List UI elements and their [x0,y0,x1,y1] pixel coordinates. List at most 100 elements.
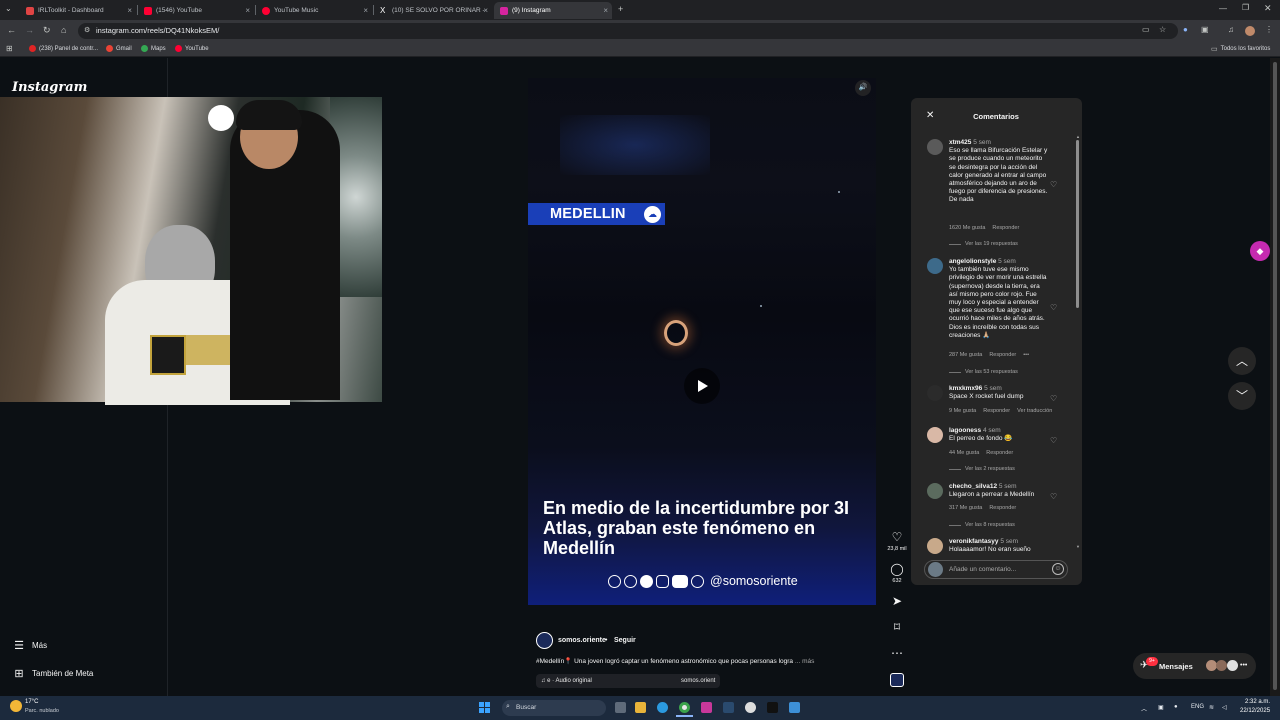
audio-label[interactable]: ♫ e · Audio original [541,678,592,684]
tray-overflow-icon[interactable]: ︿ [1141,704,1147,713]
start-button[interactable] [479,702,491,714]
edge-icon[interactable] [657,702,668,713]
site-info-icon[interactable]: ⚙ [84,26,90,34]
scroll-down-icon[interactable]: ▼ [1076,544,1080,549]
author-avatar[interactable] [536,632,553,649]
close-tab-icon[interactable]: × [245,6,250,15]
clock-time[interactable]: 2:32 a.m. [1245,699,1270,705]
maximize-icon[interactable]: ❐ [1242,3,1249,12]
media-controls-icon[interactable]: ♫ [1228,25,1234,34]
comment-avatar[interactable] [927,385,943,401]
address-bar[interactable] [78,23,1178,39]
tray-mic-icon[interactable]: ● [1174,704,1178,710]
save-bookmark-icon[interactable]: ⌑ [887,620,907,634]
task-view-icon[interactable] [615,702,626,713]
reload-icon[interactable]: ↻ [43,25,51,36]
view-replies[interactable]: Ver las 8 respuestas [949,522,1015,528]
previous-reel-button[interactable]: ︿ [1228,347,1256,375]
bookmark-star-icon[interactable]: ☆ [1159,25,1166,34]
share-send-icon[interactable]: ➤ [887,594,907,608]
apps-grid-icon[interactable]: ⊞ [6,44,13,53]
app-icon[interactable] [789,702,800,713]
comment-avatar[interactable] [927,139,943,155]
comment-like-icon[interactable]: ♡ [1050,180,1057,189]
close-tab-icon[interactable]: × [603,6,608,15]
comment-user[interactable]: kmxkmx96 [949,385,982,392]
comment-input-placeholder[interactable]: Añade un comentario... [949,566,1016,573]
comment-avatar[interactable] [927,538,943,554]
instagram-logo[interactable]: Instagram [12,80,87,95]
wifi-icon[interactable]: ≋ [1209,704,1214,711]
bookmark-maps[interactable]: Maps [141,45,166,52]
comment-icon[interactable]: ◯ [887,562,907,576]
comment-avatar[interactable] [927,427,943,443]
comment-like-icon[interactable]: ♡ [1050,492,1057,501]
bookmark-youtube[interactable]: YouTube [175,45,209,52]
sidebar-item-also-meta[interactable]: ⊞ También de Meta [12,667,93,680]
audio-thumbnail[interactable] [890,673,904,687]
next-reel-button[interactable]: ﹀ [1228,382,1256,410]
extensions-puzzle-icon[interactable]: ▣ [1201,25,1209,34]
tiktok-app-icon[interactable] [767,702,778,713]
comment-user[interactable]: veronikfantasyy [949,538,999,545]
emoji-icon[interactable]: ☺ [1052,563,1064,575]
speaker-icon[interactable]: ◁ [1222,704,1227,711]
clock-date[interactable]: 22/12/2025 [1240,708,1270,714]
bookmark-panel[interactable]: (238) Panel de contr... [29,45,98,52]
close-tab-icon[interactable]: × [127,6,132,15]
all-favorites[interactable]: ▭ Todos los favoritos [1211,45,1270,53]
menu-kebab-icon[interactable]: ⋮ [1265,25,1273,34]
follow-button[interactable]: Seguir [614,637,636,644]
chrome-icon[interactable] [679,702,690,713]
comment-like-icon[interactable]: ♡ [1050,394,1057,403]
view-replies[interactable]: Ver las 2 respuestas [949,466,1015,472]
audio-user[interactable]: somos.orient [681,678,715,684]
back-icon[interactable]: ← [7,25,16,35]
comment-reply[interactable]: Responder [989,352,1016,358]
author-name[interactable]: somos.oriente [558,637,606,644]
caption-more-link[interactable]: ... más [795,658,815,665]
close-icon[interactable]: ✕ [926,110,934,121]
comment-translate[interactable]: Ver traducción [1017,408,1052,414]
comment-like-icon[interactable]: ♡ [1050,436,1057,445]
close-tab-icon[interactable]: × [483,6,488,15]
close-window-icon[interactable]: ✕ [1264,3,1272,14]
comment-like-icon[interactable]: ♡ [1050,303,1057,312]
obs-icon[interactable] [745,702,756,713]
comment-user[interactable]: angelolionstyle [949,258,996,265]
volume-icon[interactable]: 🔊 [855,80,871,96]
weather-description[interactable]: Parc. nublado [25,708,59,714]
comment-reply[interactable]: Responder [992,225,1019,231]
weather-temp[interactable]: 17°C [25,699,38,705]
comment-user[interactable]: xtm425 [949,139,971,146]
comment-likes[interactable]: 1620 Me gusta [949,225,985,231]
comment-reply[interactable]: Responder [989,505,1016,511]
scroll-up-icon[interactable]: ▲ [1076,134,1080,139]
comment-user[interactable]: lagooness [949,427,981,434]
extension-floating-icon[interactable]: ◆ [1250,241,1270,261]
tab-instagram[interactable]: (9) Instagram × [494,2,612,19]
url-text[interactable]: instagram.com/reels/DQ41NkoksEM/ [96,26,219,35]
minimize-icon[interactable]: — [1219,4,1227,13]
page-scroll-thumb[interactable] [1273,62,1277,690]
comment-avatar[interactable] [927,483,943,499]
tab-youtube[interactable]: (1546) YouTube × [138,2,254,19]
tab-x[interactable]: X (10) SE SOLVO POR ORINAR - × [374,2,492,19]
cast-icon[interactable]: ▭ [1142,25,1150,34]
view-replies[interactable]: Ver las 19 respuestas [949,241,1018,247]
comment-reply[interactable]: Responder [986,450,1013,456]
tab-search-icon[interactable]: ⌄ [5,4,12,13]
profile-avatar[interactable] [1245,26,1255,36]
comment-more-icon[interactable]: ••• [1023,352,1029,358]
comment-reply[interactable]: Responder [983,408,1010,414]
comment-likes[interactable]: 317 Me gusta [949,505,982,511]
tab-youtube-music[interactable]: YouTube Music × [256,2,372,19]
tab-irltoolkit[interactable]: IRLToolkit - Dashboard × [20,2,136,19]
language-indicator[interactable]: ENG [1191,704,1204,710]
comment-likes[interactable]: 9 Me gusta [949,408,976,414]
comment-user[interactable]: checho_silva12 [949,483,997,490]
comments-scrollbar[interactable] [1076,140,1079,308]
comment-likes[interactable]: 287 Me gusta [949,352,982,358]
close-tab-icon[interactable]: × [363,6,368,15]
more-options-icon[interactable]: ⋯ [887,646,907,660]
